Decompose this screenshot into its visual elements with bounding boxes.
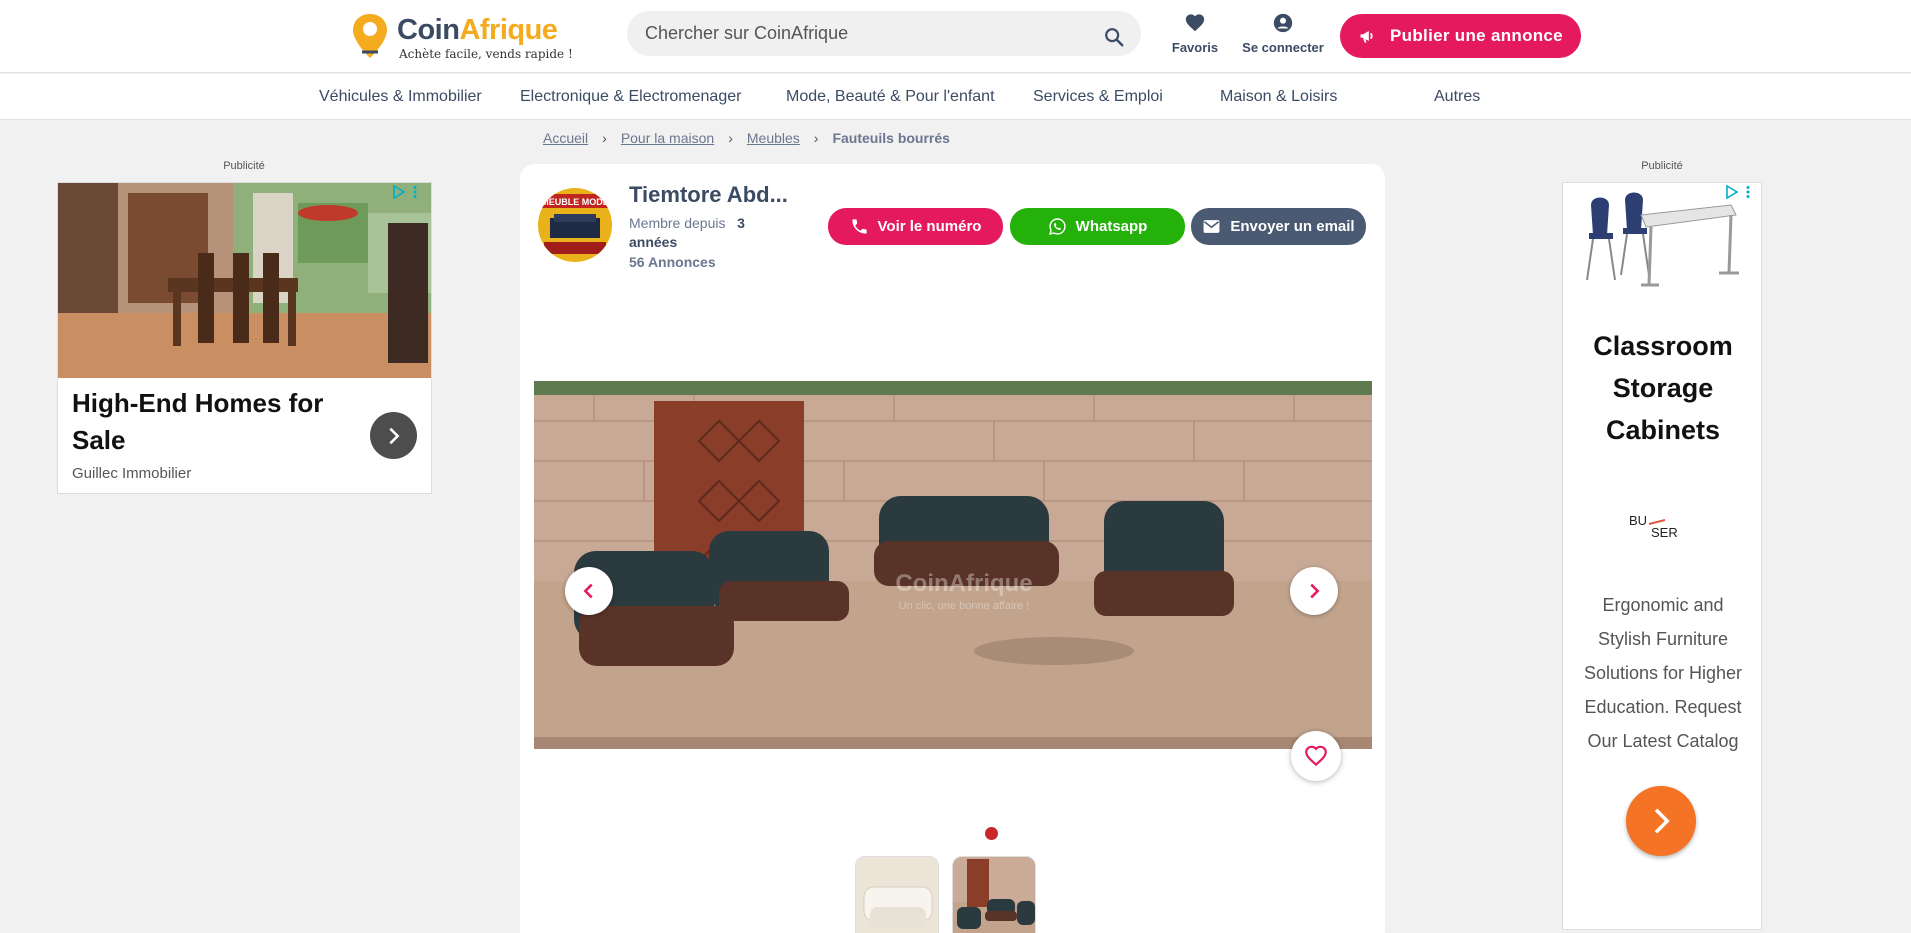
ad-menu-icon (413, 186, 417, 198)
photo-watermark-sub: Un clic, une bonne affaire ! (899, 600, 1030, 612)
whatsapp-icon (1048, 218, 1066, 236)
ad-info-icon (393, 185, 406, 199)
buser-logo: BU SER (1629, 513, 1678, 540)
photo-watermark: CoinAfrique (895, 570, 1032, 597)
svg-text:SER: SER (1651, 525, 1678, 540)
ad-left-arrow-button[interactable] (370, 412, 417, 459)
favorites-link[interactable]: Favoris (1168, 12, 1222, 55)
listing-card: MEUBLE MODE Tiemtore Abd... Membre depui… (520, 164, 1385, 933)
phone-icon (851, 219, 867, 234)
send-email-button[interactable]: Envoyer un email (1191, 208, 1366, 245)
logo-tagline: Achète facile, vends rapide ! (399, 47, 573, 61)
ad-left-title: High-End Homes for Sale (72, 388, 324, 455)
carousel-dot-active[interactable] (985, 827, 998, 840)
chevron-right-icon (1310, 583, 1320, 599)
login-link[interactable]: Se connecter (1236, 12, 1330, 55)
category-nav: Véhicules & Immobilier Electronique & El… (0, 74, 1911, 120)
chevron-right-icon: › (602, 130, 607, 146)
chevron-right-icon: › (813, 130, 819, 146)
nav-item-vehicules[interactable]: Véhicules & Immobilier (319, 88, 482, 106)
ad-info-icon (1726, 185, 1739, 199)
ad-classroom-furniture-image (1581, 185, 1741, 295)
breadcrumb-meubles[interactable]: Meubles (747, 130, 800, 146)
chevron-right-icon: › (728, 130, 733, 146)
ad-right-arrow-button[interactable] (1626, 786, 1696, 856)
nav-item-services[interactable]: Services & Emploi (1033, 88, 1163, 106)
ad-right[interactable]: Classroom Storage Cabinets BU SER Ergono… (1562, 182, 1762, 930)
email-icon (1203, 220, 1220, 233)
breadcrumb-home[interactable]: Accueil (543, 130, 588, 146)
ad-label-left: Publicité (223, 160, 265, 172)
send-email-label: Envoyer un email (1230, 218, 1355, 235)
ad-dining-room-image (58, 183, 431, 378)
search-icon[interactable] (1103, 26, 1125, 48)
publish-ad-button[interactable]: Publier une annonce (1340, 14, 1581, 58)
megaphone-icon (1360, 31, 1373, 43)
seller-avatar[interactable]: MEUBLE MODE (538, 188, 612, 262)
add-favorite-button[interactable] (1291, 731, 1341, 781)
ad-label-right: Publicité (1641, 160, 1683, 172)
publish-label: Publier une annonce (1390, 26, 1563, 45)
seller-member-since: Membre depuis 3 années (629, 214, 769, 252)
account-icon (1273, 13, 1293, 33)
nav-item-electronique[interactable]: Electronique & Electromenager (520, 88, 741, 106)
seller-listings-count[interactable]: 56 Annonces (629, 254, 716, 270)
breadcrumb-current: Fauteuils bourrés (832, 130, 950, 146)
site-header: CoinAfrique Achète facile, vends rapide … (0, 0, 1911, 73)
svg-text:BU: BU (1629, 513, 1647, 528)
chevron-right-icon (388, 427, 399, 444)
next-photo-button[interactable] (1290, 567, 1338, 615)
listing-main-photo[interactable]: CoinAfrique Un clic, une bonne affaire ! (534, 381, 1372, 749)
adchoices-icon[interactable] (392, 185, 418, 199)
heart-outline-icon (1305, 745, 1327, 767)
ad-left[interactable]: High-End Homes for Sale Guillec Immobili… (57, 182, 432, 494)
whatsapp-button[interactable]: Whatsapp (1010, 208, 1185, 245)
nav-item-mode[interactable]: Mode, Beauté & Pour l'enfant (786, 88, 995, 106)
site-logo[interactable]: CoinAfrique Achète facile, vends rapide … (350, 10, 580, 62)
login-label: Se connecter (1242, 40, 1324, 55)
logo-wordmark: CoinAfrique (397, 14, 558, 46)
member-since-prefix: Membre depuis (629, 215, 726, 231)
nav-item-autres[interactable]: Autres (1434, 88, 1480, 106)
show-phone-label: Voir le numéro (877, 218, 982, 235)
heart-icon (1185, 14, 1205, 32)
thumbnail-2[interactable] (952, 856, 1036, 933)
search-input[interactable] (645, 11, 1085, 56)
seller-name[interactable]: Tiemtore Abd... (629, 182, 788, 208)
ad-right-title: Classroom Storage Cabinets (1593, 331, 1733, 445)
previous-photo-button[interactable] (565, 567, 613, 615)
breadcrumb: Accueil › Pour la maison › Meubles › Fau… (543, 130, 950, 146)
show-phone-button[interactable]: Voir le numéro (828, 208, 1003, 245)
thumbnail-1[interactable] (855, 856, 939, 933)
ad-left-brand: Guillec Immobilier (72, 465, 192, 482)
ad-right-description: Ergonomic and Stylish Furniture Solution… (1583, 595, 1743, 751)
nav-item-maison[interactable]: Maison & Loisirs (1220, 88, 1337, 106)
ad-menu-icon (1746, 186, 1750, 198)
seller-avatar-text: MEUBLE MODE (541, 197, 609, 207)
search-bar (627, 11, 1141, 56)
chevron-right-icon (1654, 808, 1670, 834)
whatsapp-label: Whatsapp (1075, 218, 1148, 235)
location-pin-icon (353, 14, 387, 58)
breadcrumb-pour-la-maison[interactable]: Pour la maison (621, 130, 714, 146)
adchoices-icon[interactable] (1725, 185, 1751, 199)
chevron-left-icon (583, 583, 593, 599)
favorites-label: Favoris (1171, 40, 1219, 55)
